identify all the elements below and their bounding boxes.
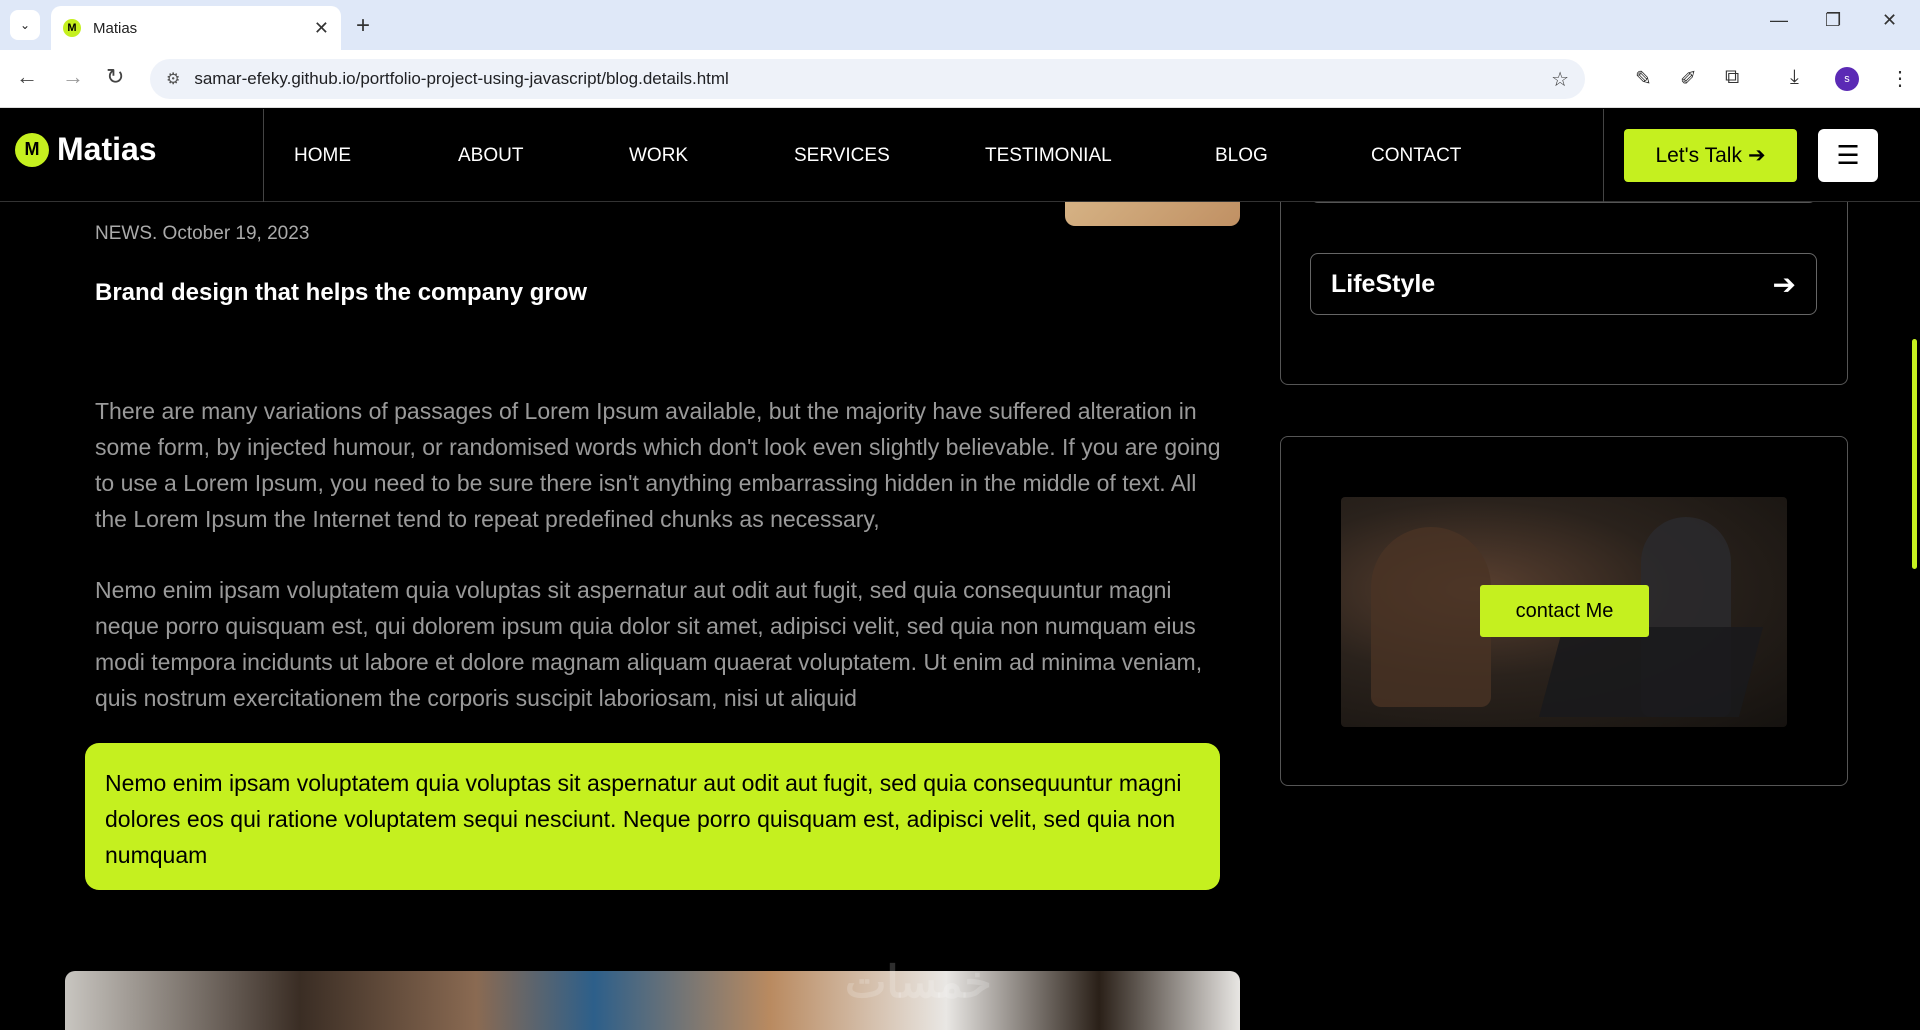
post-title[interactable]: Brand design that helps the company grow [95, 279, 587, 307]
category-item-lifestyle[interactable]: LifeStyle ➔ [1310, 253, 1817, 315]
browser-toolbar: ← → ↻ ⚙ samar-efeky.github.io/portfolio-… [0, 50, 1920, 108]
post-paragraph: Nemo enim ipsam voluptatem quia voluptas… [95, 577, 1203, 711]
site-logo[interactable]: M Matias [15, 131, 157, 168]
eyedropper-icon[interactable]: ✎ [1635, 66, 1652, 91]
color-extension-icon[interactable]: ✐ [1680, 66, 1697, 91]
nav-home[interactable]: HOME [294, 145, 351, 167]
bookmark-star-icon[interactable]: ☆ [1551, 67, 1569, 92]
header-divider [263, 109, 264, 202]
tab-list-icon[interactable]: ⌄ [10, 10, 40, 40]
lets-talk-label: Let's Talk [1655, 143, 1742, 167]
post-meta: NEWS. October 19, 2023 [95, 223, 310, 244]
close-icon[interactable]: ✕ [314, 18, 329, 39]
forward-icon[interactable]: → [62, 64, 84, 90]
back-icon[interactable]: ← [16, 64, 38, 90]
article-image [65, 971, 1240, 1030]
lets-talk-button[interactable]: Let's Talk ➔ [1624, 129, 1797, 182]
browser-tab[interactable]: M Matias ✕ [51, 6, 341, 50]
logo-icon: M [15, 132, 49, 167]
reload-icon[interactable]: ↻ [106, 64, 124, 90]
nav-contact[interactable]: CONTACT [1371, 145, 1461, 167]
address-bar[interactable]: ⚙ samar-efeky.github.io/portfolio-projec… [150, 59, 1585, 99]
download-icon[interactable]: ⤓ [1790, 66, 1799, 89]
arrow-right-icon: ➔ [1747, 144, 1766, 167]
nav-testimonial[interactable]: TESTIMONIAL [985, 145, 1112, 167]
post-paragraph: There are many variations of passages of… [95, 398, 1221, 532]
nav-work[interactable]: WORK [629, 145, 688, 167]
favicon-icon: M [63, 19, 81, 37]
highlight-quote: Nemo enim ipsam voluptatem quia voluptas… [85, 743, 1220, 890]
tab-title: Matias [93, 19, 138, 37]
window-close-icon[interactable]: ✕ [1882, 10, 1897, 31]
site-header: M Matias HOME ABOUT WORK SERVICES TESTIM… [0, 109, 1920, 202]
category-label: LifeStyle [1331, 269, 1436, 298]
contact-me-button[interactable]: contact Me [1480, 585, 1649, 637]
hamburger-menu-button[interactable]: ☰ [1818, 129, 1878, 182]
hamburger-icon: ☰ [1836, 140, 1860, 170]
site-info-icon[interactable]: ⚙ [166, 69, 180, 89]
restore-icon[interactable]: ❐ [1825, 10, 1841, 31]
person-silhouette [1371, 527, 1491, 707]
browser-tab-strip: ⌄ M Matias ✕ + — ❐ ✕ [0, 0, 1920, 50]
watermark: خمسات [845, 958, 992, 1007]
laptop-shape [1538, 627, 1764, 717]
extensions-icon[interactable]: ⧉ [1725, 66, 1739, 89]
new-tab-icon[interactable]: + [356, 12, 370, 40]
menu-dots-icon[interactable]: ⋮ [1890, 66, 1910, 91]
brand-name: Matias [57, 131, 157, 167]
page-viewport: M Matias HOME ABOUT WORK SERVICES TESTIM… [0, 109, 1920, 1030]
url-text: samar-efeky.github.io/portfolio-project-… [194, 69, 729, 88]
nav-services[interactable]: SERVICES [794, 145, 890, 167]
minimize-icon[interactable]: — [1770, 10, 1788, 31]
nav-blog[interactable]: BLOG [1215, 145, 1268, 167]
nav-about[interactable]: ABOUT [458, 145, 523, 167]
page-scrollbar[interactable] [1912, 339, 1917, 569]
header-divider [1603, 109, 1604, 202]
profile-avatar[interactable]: s [1835, 67, 1859, 91]
arrow-right-icon: ➔ [1772, 268, 1796, 300]
